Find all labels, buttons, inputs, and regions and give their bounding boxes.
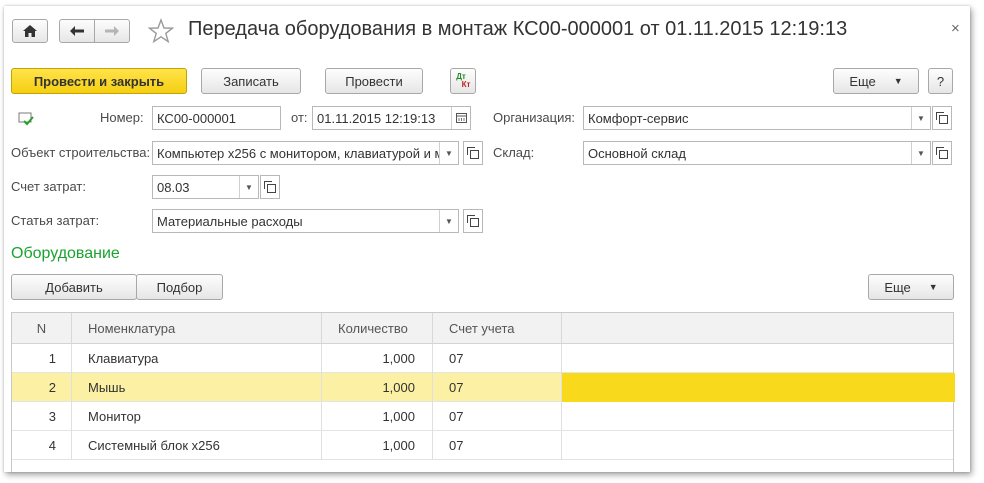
save-button[interactable]: Записать xyxy=(201,68,301,94)
row-name: Клавиатура xyxy=(72,344,322,373)
date-label: от: xyxy=(291,110,308,125)
warehouse-field[interactable]: Основной склад ▼ xyxy=(583,141,931,165)
organization-field[interactable]: Комфорт-сервис ▼ xyxy=(583,106,931,130)
caret-down-icon: ▼ xyxy=(893,76,903,86)
row-account: 07 xyxy=(433,402,562,431)
row-name: Мышь xyxy=(72,373,322,402)
row-empty-selected-cell xyxy=(562,373,955,402)
calendar-icon[interactable] xyxy=(451,107,470,129)
row-quantity: 1,000 xyxy=(322,373,433,402)
row-quantity: 1,000 xyxy=(322,344,433,373)
equipment-table[interactable]: N Номенклатура Количество Счет учета 1 К… xyxy=(11,312,955,472)
table-row[interactable]: 1 Клавиатура 1,000 07 xyxy=(12,344,953,373)
organization-label: Организация: xyxy=(493,110,576,125)
row-name: Системный блок x256 xyxy=(72,431,322,460)
back-button[interactable] xyxy=(59,19,95,43)
cost-account-field[interactable]: 08.03 ▼ xyxy=(152,175,259,199)
document-window: Передача оборудования в монтаж КС00-0000… xyxy=(4,6,970,472)
date-field[interactable]: 01.11.2015 12:19:13 xyxy=(312,106,471,130)
object-label: Объект строительства: xyxy=(11,145,151,160)
organization-dropdown-icon[interactable]: ▼ xyxy=(911,107,930,129)
arrow-left-icon xyxy=(70,26,84,36)
arrow-right-icon xyxy=(105,26,119,36)
post-button[interactable]: Провести xyxy=(325,68,423,94)
object-field[interactable]: Компьютер x256 с монитором, клавиатурой … xyxy=(152,141,459,165)
add-row-button[interactable]: Добавить xyxy=(11,274,137,300)
object-open-icon[interactable] xyxy=(463,141,483,165)
pick-label: Подбор xyxy=(156,279,203,295)
organization-value: Комфорт-сервис xyxy=(588,110,689,126)
cost-item-field[interactable]: Материальные расходы ▼ xyxy=(152,209,459,233)
window-title: Передача оборудования в монтаж КС00-0000… xyxy=(188,18,848,40)
row-account: 07 xyxy=(433,373,562,402)
warehouse-open-icon[interactable] xyxy=(932,141,952,165)
close-icon[interactable]: × xyxy=(951,20,960,37)
star-icon[interactable] xyxy=(147,18,175,44)
warehouse-label: Склад: xyxy=(493,145,535,160)
warehouse-value: Основной склад xyxy=(588,145,686,161)
kt-label: Кт xyxy=(461,80,471,89)
table-row-selected[interactable]: 2 Мышь 1,000 07 xyxy=(12,373,955,402)
cost-item-value: Материальные расходы xyxy=(157,213,303,229)
table-row[interactable]: 3 Монитор 1,000 07 xyxy=(12,402,953,431)
column-header-account[interactable]: Счет учета xyxy=(433,313,562,344)
cost-account-value: 08.03 xyxy=(157,179,190,195)
row-name: Монитор xyxy=(72,402,322,431)
row-account: 07 xyxy=(433,344,562,373)
row-quantity: 1,000 xyxy=(322,431,433,460)
row-quantity: 1,000 xyxy=(322,402,433,431)
cost-item-dropdown-icon[interactable]: ▼ xyxy=(439,210,458,232)
help-button[interactable]: ? xyxy=(928,68,953,94)
pick-button[interactable]: Подбор xyxy=(136,274,223,300)
equipment-section-title: Оборудование xyxy=(11,245,120,262)
caret-down-icon: ▼ xyxy=(928,282,938,292)
dt-kt-posting-icon[interactable]: Дт Кт xyxy=(450,68,476,94)
document-status-icon xyxy=(18,112,34,126)
forward-button[interactable] xyxy=(94,19,130,43)
cost-account-open-icon[interactable] xyxy=(260,175,280,199)
object-value: Компьютер x256 с монитором, клавиатурой … xyxy=(157,145,439,161)
table-more-button[interactable]: Еще ▼ xyxy=(868,274,954,300)
post-label: Провести xyxy=(345,73,403,89)
column-header-nomenclature[interactable]: Номенклатура xyxy=(72,313,322,344)
post-and-close-label: Провести и закрыть xyxy=(33,73,165,89)
save-label: Записать xyxy=(223,73,279,89)
cost-item-label: Статья затрат: xyxy=(11,213,100,228)
column-header-n[interactable]: N xyxy=(12,313,72,344)
more-actions-button[interactable]: Еще ▼ xyxy=(833,68,919,94)
table-more-label: Еще xyxy=(884,279,911,295)
row-number: 4 xyxy=(12,431,72,460)
cost-item-open-icon[interactable] xyxy=(463,209,483,233)
date-value: 01.11.2015 12:19:13 xyxy=(317,110,436,126)
home-button[interactable] xyxy=(12,19,48,43)
warehouse-dropdown-icon[interactable]: ▼ xyxy=(911,142,930,164)
cost-account-dropdown-icon[interactable]: ▼ xyxy=(239,176,258,198)
number-value: КС00-000001 xyxy=(157,110,236,126)
help-label: ? xyxy=(936,73,945,89)
organization-open-icon[interactable] xyxy=(932,106,952,130)
object-dropdown-icon[interactable]: ▼ xyxy=(439,142,458,164)
column-header-quantity[interactable]: Количество xyxy=(322,313,433,344)
table-header: N Номенклатура Количество Счет учета xyxy=(12,313,953,344)
row-account: 07 xyxy=(433,431,562,460)
home-icon xyxy=(23,25,37,37)
post-and-close-button[interactable]: Провести и закрыть xyxy=(11,68,187,94)
number-label: Номер: xyxy=(100,110,144,125)
row-number: 3 xyxy=(12,402,72,431)
row-number: 1 xyxy=(12,344,72,373)
add-row-label: Добавить xyxy=(45,279,103,295)
cost-account-label: Счет затрат: xyxy=(11,179,86,194)
more-actions-label: Еще xyxy=(849,73,876,89)
row-number: 2 xyxy=(12,373,72,402)
number-field[interactable]: КС00-000001 xyxy=(152,106,281,130)
table-row[interactable]: 4 Системный блок x256 1,000 07 xyxy=(12,431,953,460)
